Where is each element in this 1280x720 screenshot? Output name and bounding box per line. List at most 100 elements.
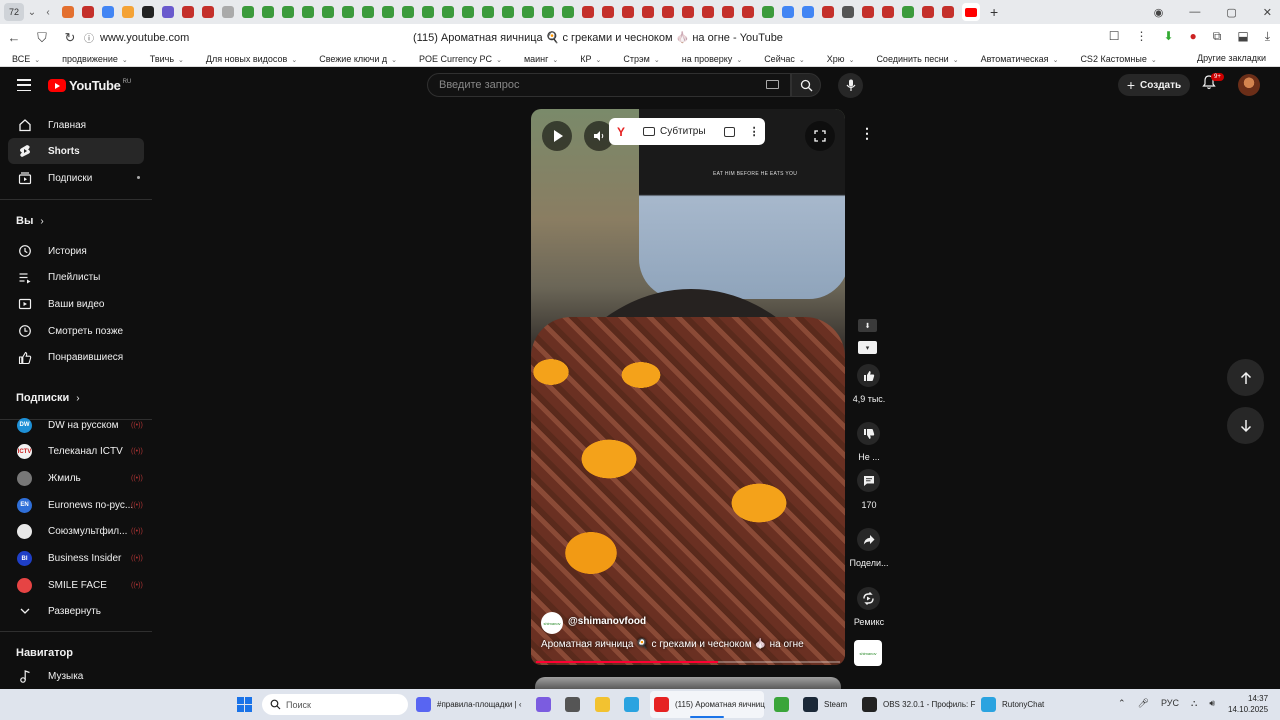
avatar[interactable] xyxy=(1238,74,1260,96)
pinned-tab-favicon[interactable] xyxy=(622,6,634,18)
picture-in-picture-icon[interactable] xyxy=(723,126,735,137)
telegram-app[interactable] xyxy=(624,696,645,713)
pinned-tab-favicon[interactable] xyxy=(142,6,154,18)
pinned-tab-favicon[interactable] xyxy=(582,6,594,18)
youtube-logo[interactable]: YouTube RU xyxy=(48,78,131,93)
bookmark-folder[interactable]: Твичь ⌄ xyxy=(150,54,184,64)
sidebar-item-shorts[interactable]: Shorts xyxy=(8,138,144,164)
pinned-tab-favicon[interactable] xyxy=(902,6,914,18)
pinned-tab-favicon[interactable] xyxy=(922,6,934,18)
channel-thumbnail[interactable]: shimanov xyxy=(854,640,882,666)
like-button[interactable] xyxy=(857,364,880,387)
pinned-tab-favicon[interactable] xyxy=(442,6,454,18)
bookmark-folder[interactable]: КР ⌄ xyxy=(580,54,601,64)
steam-app[interactable]: Steam xyxy=(803,696,847,713)
pinned-tab-favicon[interactable] xyxy=(702,6,714,18)
bookmark-folder[interactable]: Для новых видосов ⌄ xyxy=(206,54,297,64)
more-options-icon[interactable]: ⋮ xyxy=(749,125,760,138)
sidebar-you-header[interactable]: Вы › xyxy=(16,215,44,227)
bookmark-folder[interactable]: Хрю ⌄ xyxy=(827,54,855,64)
pinned-tab-favicon[interactable] xyxy=(602,6,614,18)
file-explorer-app[interactable] xyxy=(595,696,616,713)
sidebar-subscription-item[interactable]: DW DW на русском ((•)) xyxy=(8,412,144,438)
reload-button[interactable]: ↻ xyxy=(56,30,84,46)
pinned-tab-favicon[interactable] xyxy=(942,6,954,18)
bookmark-folder[interactable]: Стрэм ⌄ xyxy=(623,54,659,64)
pinned-tab-favicon[interactable] xyxy=(202,6,214,18)
sidebar-item-your-videos[interactable]: Ваши видео xyxy=(8,291,144,317)
bookmark-folder[interactable]: Свежие ключи д ⌄ xyxy=(319,54,397,64)
bookmark-folder[interactable]: POE Currency PC ⌄ xyxy=(419,54,502,64)
pinned-tab-favicon[interactable] xyxy=(682,6,694,18)
pinned-tab-favicon[interactable] xyxy=(402,6,414,18)
profile-icon[interactable]: ◉ xyxy=(1154,6,1164,19)
pinned-tab-favicon[interactable] xyxy=(562,6,574,18)
pinned-tab-favicon[interactable] xyxy=(302,6,314,18)
pinned-tab-favicon[interactable] xyxy=(222,6,234,18)
pinned-tab-favicon[interactable] xyxy=(242,6,254,18)
play-button[interactable] xyxy=(542,121,572,151)
pinned-tab-favicon[interactable] xyxy=(642,6,654,18)
sidebar-item-history[interactable]: История xyxy=(8,238,144,264)
voice-search-button[interactable] xyxy=(838,73,863,98)
menu-icon[interactable] xyxy=(17,79,31,91)
back-button[interactable]: ← xyxy=(0,30,28,45)
search-button[interactable] xyxy=(791,73,821,97)
bookmark-folder[interactable]: продвижение ⌄ xyxy=(62,54,128,64)
download-icon[interactable]: ⬇ xyxy=(1163,29,1173,44)
settings-app[interactable] xyxy=(565,696,586,713)
shorts-player[interactable]: EAT HIM BEFORE HE EATS YOU Y Субтитры ⋮ … xyxy=(531,109,845,665)
utorrent-app[interactable] xyxy=(774,696,795,713)
microphone-icon[interactable]: 🎤︎ xyxy=(1138,698,1149,709)
pinned-tab-favicon[interactable] xyxy=(122,6,134,18)
pinned-tab-favicon[interactable] xyxy=(482,6,494,18)
tab-count-badge[interactable]: 72 xyxy=(4,3,24,21)
downloads-icon[interactable]: ⤓ xyxy=(1265,29,1270,44)
bookmark-folder[interactable]: Соединить песни ⌄ xyxy=(876,54,958,64)
pinned-tab-favicon[interactable] xyxy=(882,6,894,18)
pinned-tab-favicon[interactable] xyxy=(362,6,374,18)
pinned-tab-favicon[interactable] xyxy=(162,6,174,18)
more-icon[interactable]: ⋮ xyxy=(1135,29,1147,44)
pinned-tab-favicon[interactable] xyxy=(742,6,754,18)
pinned-tab-favicon[interactable] xyxy=(342,6,354,18)
pinned-tab-favicon[interactable] xyxy=(322,6,334,18)
site-info-icon[interactable]: ⓘ xyxy=(84,30,94,45)
bookmark-folder[interactable]: маинг ⌄ xyxy=(524,54,558,64)
adblock-icon[interactable]: ● xyxy=(1190,29,1197,44)
new-tab-button[interactable]: + xyxy=(990,4,998,20)
channel-name[interactable]: @shimanovfood xyxy=(568,616,646,627)
pinned-tab-favicon[interactable] xyxy=(262,6,274,18)
pinned-tab-favicon[interactable] xyxy=(802,6,814,18)
share-button[interactable] xyxy=(857,528,880,551)
sidebar-subscription-item[interactable]: Союзмультфил... ((•)) xyxy=(8,519,144,545)
pinned-tab-favicon[interactable] xyxy=(422,6,434,18)
more-options-icon[interactable]: ⋮ xyxy=(860,125,874,142)
maximize-button[interactable]: ▢ xyxy=(1226,6,1236,19)
sidebar-subscription-item[interactable]: EN Euronews по-рус... ((•)) xyxy=(8,492,144,518)
sidebar-subscription-item[interactable]: SMILE FACE ((•)) xyxy=(8,572,144,598)
tray-overflow-icon[interactable]: ⌃ xyxy=(1118,698,1126,709)
pinned-tab-favicon[interactable] xyxy=(102,6,114,18)
sidebar-subscriptions-header[interactable]: Подписки › xyxy=(16,392,80,404)
pinned-tab-favicon[interactable] xyxy=(762,6,774,18)
yandex-icon[interactable]: Y xyxy=(617,125,637,139)
pinned-tab-favicon[interactable] xyxy=(842,6,854,18)
bookmark-folder[interactable]: на проверку ⌄ xyxy=(682,54,742,64)
extensions-icon[interactable]: ⧉ xyxy=(1213,29,1222,44)
pinned-tab-favicon[interactable] xyxy=(502,6,514,18)
discord-app[interactable]: #правила-площадки | ‹ xyxy=(416,696,522,713)
sidebar-item-watch-later[interactable]: Смотреть позже xyxy=(8,318,144,344)
tab-back-icon[interactable]: ‹ xyxy=(40,7,56,18)
start-button[interactable] xyxy=(237,697,252,712)
minimize-button[interactable]: — xyxy=(1189,6,1200,18)
next-short-button[interactable] xyxy=(1227,407,1264,444)
sidebar-item-home[interactable]: Главная xyxy=(8,112,144,138)
system-clock[interactable]: 14:37 14.10.2025 xyxy=(1228,693,1268,715)
yandex-browser-app[interactable]: (115) Ароматная яичниц xyxy=(654,696,765,713)
taskbar-search[interactable]: Поиск xyxy=(262,694,408,715)
channel-logo[interactable]: shimanov xyxy=(541,612,563,634)
network-icon[interactable]: ⛬ xyxy=(1191,698,1197,709)
pinned-tab-favicon[interactable] xyxy=(282,6,294,18)
close-window-button[interactable]: ✕ xyxy=(1263,6,1272,19)
